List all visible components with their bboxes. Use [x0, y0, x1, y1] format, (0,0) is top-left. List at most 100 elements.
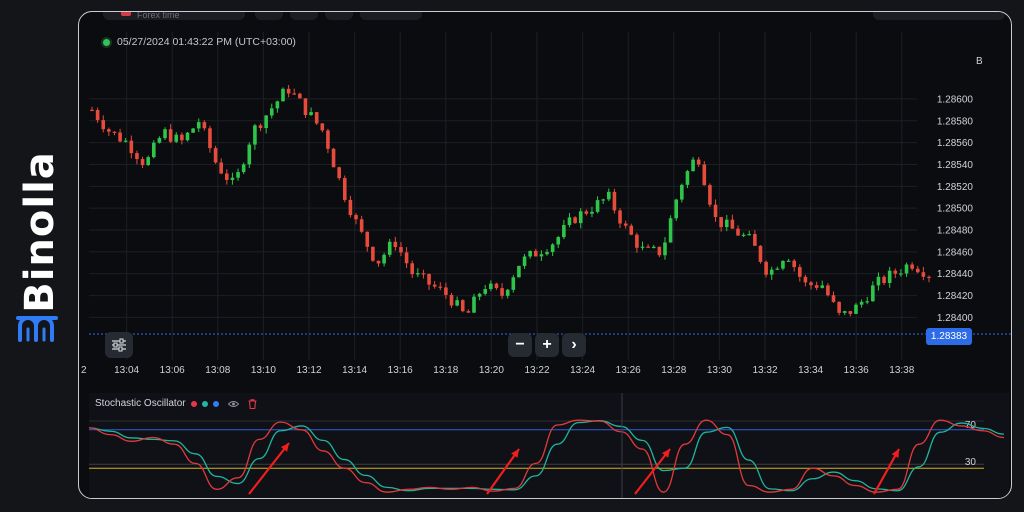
candle-body	[921, 272, 926, 277]
eye-icon[interactable]	[227, 400, 239, 408]
candle-body	[595, 200, 600, 212]
candle-body	[230, 177, 235, 180]
candle-body	[893, 270, 898, 274]
candle-body	[713, 204, 718, 218]
time-tick-label: 13:38	[889, 365, 914, 376]
price-tick-label: 1.28540	[937, 160, 974, 171]
candle-body	[612, 191, 617, 211]
candle-body	[191, 128, 195, 133]
time-tick-label: 13:16	[388, 365, 413, 376]
candle-body	[702, 164, 707, 186]
candle-body	[241, 164, 246, 173]
annotation-arrow	[486, 448, 520, 495]
candle-body	[786, 260, 791, 262]
candle-body	[724, 219, 729, 228]
time-tick-label: 13:22	[524, 365, 549, 376]
candle-body	[680, 184, 684, 200]
candle-body	[910, 264, 914, 269]
candle-body	[668, 218, 673, 243]
k-color-dot[interactable]	[190, 400, 197, 407]
candle-body	[826, 285, 830, 296]
trash-icon[interactable]	[248, 398, 257, 409]
zoom-in-button[interactable]: +	[535, 333, 559, 357]
candle-body	[640, 246, 645, 248]
candle-body	[275, 101, 280, 109]
candle-body	[483, 289, 488, 294]
candle-body	[342, 178, 347, 200]
candle-body	[494, 283, 499, 289]
candle-body	[399, 247, 403, 253]
time-tick-label: 13:18	[433, 365, 458, 376]
candle-body	[899, 273, 903, 275]
candle-body	[708, 185, 712, 205]
price-tick-label: 1.28420	[937, 291, 974, 302]
price-tick-label: 1.28440	[937, 269, 974, 280]
candle-body	[309, 112, 313, 116]
candle-body	[365, 231, 370, 247]
candle-body	[247, 144, 252, 165]
candle-body	[123, 140, 128, 142]
candle-body	[427, 273, 431, 285]
candle-body	[269, 108, 274, 116]
candle-body	[691, 159, 695, 172]
candle-body	[208, 128, 212, 149]
candle-body	[584, 211, 589, 214]
candle-body	[432, 284, 437, 287]
price-tick-label: 1.28460	[937, 247, 974, 258]
candle-body	[95, 109, 100, 121]
price-axis-cap: B	[976, 56, 983, 67]
time-tick-label: 2	[81, 365, 87, 376]
timestamp-text: 05/27/2024 01:43:22 PM (UTC+03:00)	[117, 36, 296, 48]
candle-body	[792, 260, 796, 268]
candle-body	[736, 228, 740, 236]
candle-body	[253, 125, 257, 145]
candle-body	[292, 93, 297, 95]
candle-body	[438, 286, 443, 288]
candle-body	[202, 122, 207, 129]
candle-body	[281, 88, 285, 102]
price-tick-label: 1.28580	[937, 116, 974, 127]
candle-body	[601, 199, 605, 201]
candle-body	[814, 285, 819, 288]
candle-body	[887, 270, 892, 284]
candle-body	[915, 268, 920, 273]
candle-body	[865, 301, 870, 303]
candle-body	[809, 282, 813, 286]
scroll-right-button[interactable]: ›	[562, 333, 586, 357]
candle-body	[163, 129, 167, 139]
candle-body	[590, 211, 594, 214]
candle-body	[151, 142, 156, 158]
candle-body	[196, 122, 201, 129]
candle-body	[741, 234, 746, 236]
candle-body	[696, 159, 701, 165]
candle-body	[533, 250, 538, 257]
candle-body	[635, 234, 639, 248]
candle-body	[871, 285, 875, 302]
zoom-out-button[interactable]: −	[508, 333, 532, 357]
candle-body	[848, 311, 853, 314]
candle-body	[180, 134, 184, 141]
candle-body	[747, 234, 752, 236]
candle-body	[539, 254, 544, 257]
candle-body	[410, 263, 414, 275]
candle-body	[719, 217, 723, 228]
candle-body	[927, 276, 931, 278]
time-tick-label: 13:08	[205, 365, 230, 376]
trading-app: Forex time 1.28600 1.28580 1.28560 1.28540 1…	[78, 11, 1012, 499]
candle-body	[820, 285, 825, 288]
indicator-header: Stochastic Oscillator	[95, 398, 257, 409]
candle-body	[607, 191, 611, 200]
level-color-dot[interactable]	[212, 400, 219, 407]
candle-body	[236, 172, 240, 178]
candle-body	[477, 293, 482, 297]
candle-body	[775, 268, 780, 270]
candle-body	[359, 219, 364, 232]
d-color-dot[interactable]	[201, 400, 208, 407]
time-tick-label: 13:04	[114, 365, 139, 376]
candle-body	[303, 98, 308, 116]
chart-settings-button[interactable]	[105, 332, 133, 358]
candle-body	[556, 237, 561, 245]
candle-body	[219, 162, 224, 174]
candle-body	[685, 171, 690, 185]
candle-body	[107, 129, 111, 132]
